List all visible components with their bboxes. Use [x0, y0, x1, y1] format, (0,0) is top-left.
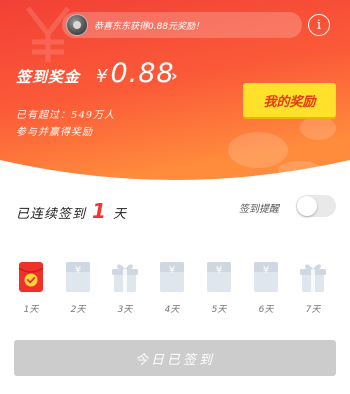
- streak-counter: 已连续签到 1 天: [16, 199, 127, 223]
- svg-text:¥: ¥: [169, 265, 175, 276]
- reward-header: 恭喜东东获得0.88元奖励！ i 签到奖金 ¥0.88 › 已有超过：549万人…: [0, 0, 350, 190]
- yuan-envelope-icon: ¥: [66, 262, 90, 292]
- toggle-knob: [297, 196, 317, 216]
- reward-label: 签到奖金: [16, 68, 81, 86]
- sign-in-button[interactable]: 今日已签到: [14, 340, 336, 376]
- gift-box-icon: [300, 264, 326, 292]
- day-label: 2天: [70, 305, 86, 315]
- participant-caption: 参与并赢得奖励: [16, 127, 93, 138]
- day-item-3: 3天: [108, 258, 142, 316]
- reward-amount[interactable]: ¥0.88: [96, 58, 175, 89]
- day-label: 1天: [23, 305, 39, 315]
- day-label: 5天: [211, 305, 227, 315]
- day-item-4: ¥ 4天: [155, 258, 189, 316]
- day-label: 3天: [117, 305, 133, 315]
- svg-text:¥: ¥: [216, 265, 222, 276]
- participant-count: 已有超过：549万人: [16, 110, 116, 121]
- svg-text:¥: ¥: [263, 265, 269, 276]
- reward-amount-value: 0.88: [110, 58, 175, 89]
- day-item-1: 1天: [14, 258, 48, 316]
- yuan-envelope-icon: ¥: [207, 262, 231, 292]
- winner-notice-text: 恭喜东东获得0.88元奖励！: [94, 21, 205, 32]
- day-label: 7天: [305, 305, 321, 315]
- currency-symbol: ¥: [96, 66, 109, 87]
- svg-text:¥: ¥: [75, 265, 81, 276]
- day-label: 6天: [258, 305, 274, 315]
- yuan-envelope-icon: ¥: [160, 262, 184, 292]
- gift-box-icon: [112, 264, 138, 292]
- info-icon[interactable]: i: [308, 14, 330, 36]
- day-item-6: ¥ 6天: [249, 258, 283, 316]
- chevron-right-icon[interactable]: ›: [171, 66, 178, 85]
- day-item-5: ¥ 5天: [202, 258, 236, 316]
- sign-reminder-toggle[interactable]: [296, 195, 336, 217]
- user-avatar-icon: [66, 14, 88, 36]
- day-item-2: ¥ 2天: [61, 258, 95, 316]
- checked-envelope-icon: [18, 262, 44, 292]
- day-label: 4天: [164, 305, 180, 315]
- my-rewards-button[interactable]: 我的奖励: [243, 83, 336, 117]
- day-item-7: 7天: [296, 258, 330, 316]
- yuan-envelope-icon: ¥: [254, 262, 278, 292]
- streak-prefix: 已连续签到: [16, 207, 87, 222]
- streak-suffix: 天: [112, 207, 127, 222]
- sign-calendar: 1天 ¥ 2天 3天 ¥ 4天 ¥ 5天 ¥ 6天 7天: [0, 258, 350, 318]
- streak-days: 1: [92, 199, 107, 223]
- winner-notice: 恭喜东东获得0.88元奖励！: [62, 12, 302, 38]
- sign-reminder-label: 签到提醒: [239, 204, 279, 215]
